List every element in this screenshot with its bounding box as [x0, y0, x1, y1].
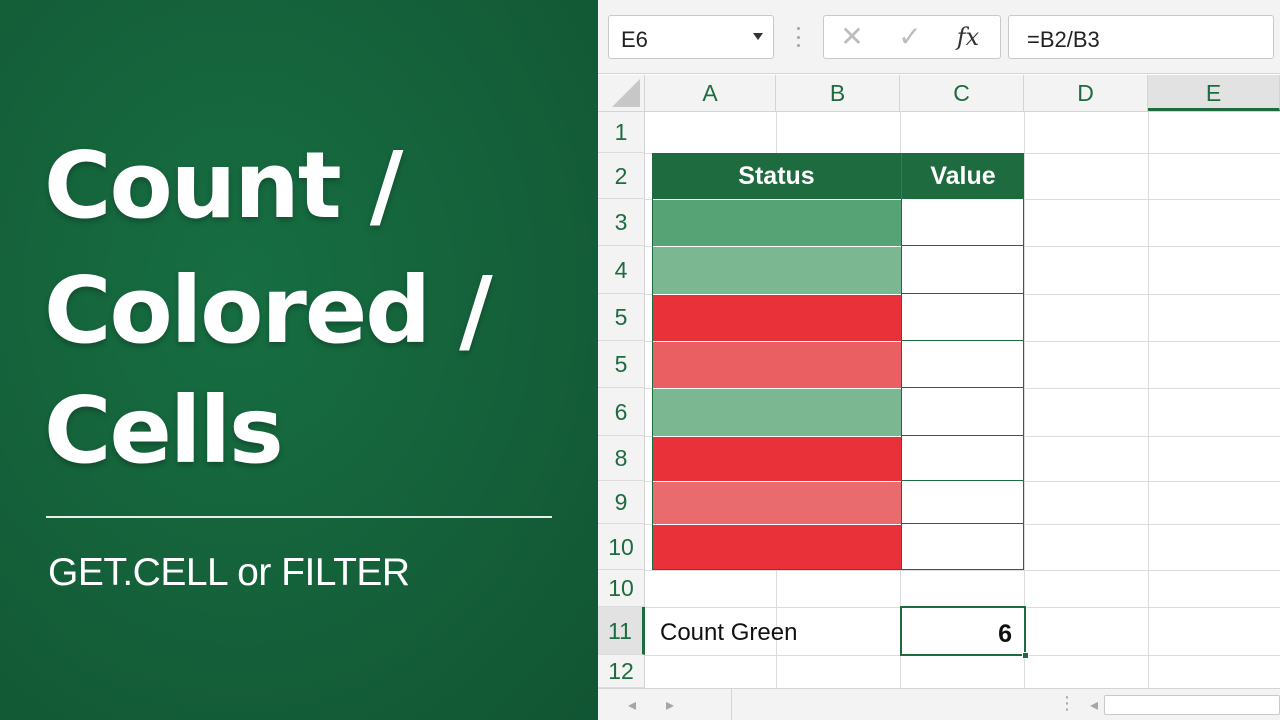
column-header-d[interactable]: D — [1024, 75, 1148, 111]
value-cell[interactable] — [901, 294, 1024, 341]
value-cell[interactable] — [901, 199, 1024, 246]
sheet-nav-prev-icon[interactable]: ◂ — [628, 695, 636, 715]
value-cell[interactable] — [901, 481, 1024, 524]
grid-line — [645, 570, 1280, 571]
title-line: Colored / — [44, 257, 493, 364]
title-line: Cells — [44, 377, 284, 484]
fill-handle[interactable] — [1022, 652, 1029, 659]
row-header-selected[interactable]: 11 — [598, 607, 645, 655]
subtitle: GET.CELL or FILTER — [48, 551, 410, 594]
divider — [731, 689, 732, 720]
row-header[interactable]: 4 — [598, 246, 644, 294]
status-cell[interactable] — [652, 246, 901, 294]
check-icon[interactable]: ✓ — [890, 20, 930, 54]
formula-bar-splitter[interactable] — [796, 27, 800, 47]
row-header[interactable]: 2 — [598, 153, 644, 199]
row-header[interactable]: 5 — [598, 294, 644, 341]
value-cell[interactable] — [901, 388, 1024, 436]
status-cell[interactable] — [652, 294, 901, 341]
column-header-e[interactable]: E — [1148, 75, 1280, 111]
status-cell[interactable] — [652, 388, 901, 436]
row-header[interactable]: 12 — [598, 655, 644, 688]
horizontal-scrollbar[interactable] — [1104, 695, 1280, 715]
count-green-value: 6 — [998, 620, 1012, 648]
row-header[interactable]: 10 — [598, 570, 644, 607]
row-header[interactable]: 9 — [598, 481, 644, 524]
column-header-b[interactable]: B — [776, 75, 900, 111]
column-header-a[interactable]: A — [645, 75, 776, 111]
count-green-cell[interactable]: 6 — [900, 606, 1029, 659]
name-box-value: E6 — [621, 27, 648, 52]
status-cell[interactable] — [652, 341, 901, 388]
chevron-down-icon[interactable] — [753, 33, 763, 40]
status-header-cell[interactable]: Status — [652, 153, 901, 199]
title-divider — [46, 516, 552, 518]
scroll-grip-icon[interactable]: ⋮ — [1058, 693, 1076, 714]
row-header-column: 1 2 3 4 5 5 6 8 9 10 10 11 12 — [598, 112, 645, 688]
row-header[interactable]: 6 — [598, 388, 644, 436]
value-cell[interactable] — [901, 524, 1024, 570]
spreadsheet: E6 ✕ ✓ fx =B2/B3 A B C D E 1 2 3 4 5 5 6… — [598, 0, 1280, 720]
value-header-cell[interactable]: Value — [901, 153, 1024, 199]
sheet-bottom-bar: ◂ ▸ ⋮ ◂ — [598, 688, 1280, 720]
row-header[interactable]: 3 — [598, 199, 644, 246]
status-cell[interactable] — [652, 481, 901, 524]
row-header[interactable]: 8 — [598, 436, 644, 481]
status-cell[interactable] — [652, 524, 901, 570]
select-all-triangle-icon — [612, 79, 640, 107]
title-line: Count / — [44, 132, 403, 239]
status-cell[interactable] — [652, 199, 901, 246]
count-green-label[interactable]: Count Green — [660, 619, 797, 647]
formula-buttons: ✕ ✓ fx — [823, 15, 1001, 59]
insert-function-icon[interactable]: fx — [948, 20, 988, 54]
cancel-icon[interactable]: ✕ — [832, 20, 872, 54]
title-panel: Count / Colored / Cells GET.CELL or FILT… — [0, 0, 598, 720]
formula-input[interactable]: =B2/B3 — [1008, 15, 1274, 59]
scroll-left-icon[interactable]: ◂ — [1090, 695, 1098, 715]
select-all-button[interactable] — [598, 75, 645, 111]
row-header[interactable]: 10 — [598, 524, 644, 570]
value-cell[interactable] — [901, 246, 1024, 294]
sheet-nav-next-icon[interactable]: ▸ — [666, 695, 674, 715]
status-cell[interactable] — [652, 436, 901, 481]
column-header-row: A B C D E — [598, 75, 1280, 112]
row-header[interactable]: 1 — [598, 112, 644, 153]
column-header-c[interactable]: C — [900, 75, 1024, 111]
formula-text: =B2/B3 — [1027, 27, 1100, 52]
value-cell[interactable] — [901, 341, 1024, 388]
name-box[interactable]: E6 — [608, 15, 774, 59]
row-header[interactable]: 5 — [598, 341, 644, 388]
value-cell[interactable] — [901, 436, 1024, 481]
formula-bar: E6 ✕ ✓ fx =B2/B3 — [598, 0, 1280, 74]
